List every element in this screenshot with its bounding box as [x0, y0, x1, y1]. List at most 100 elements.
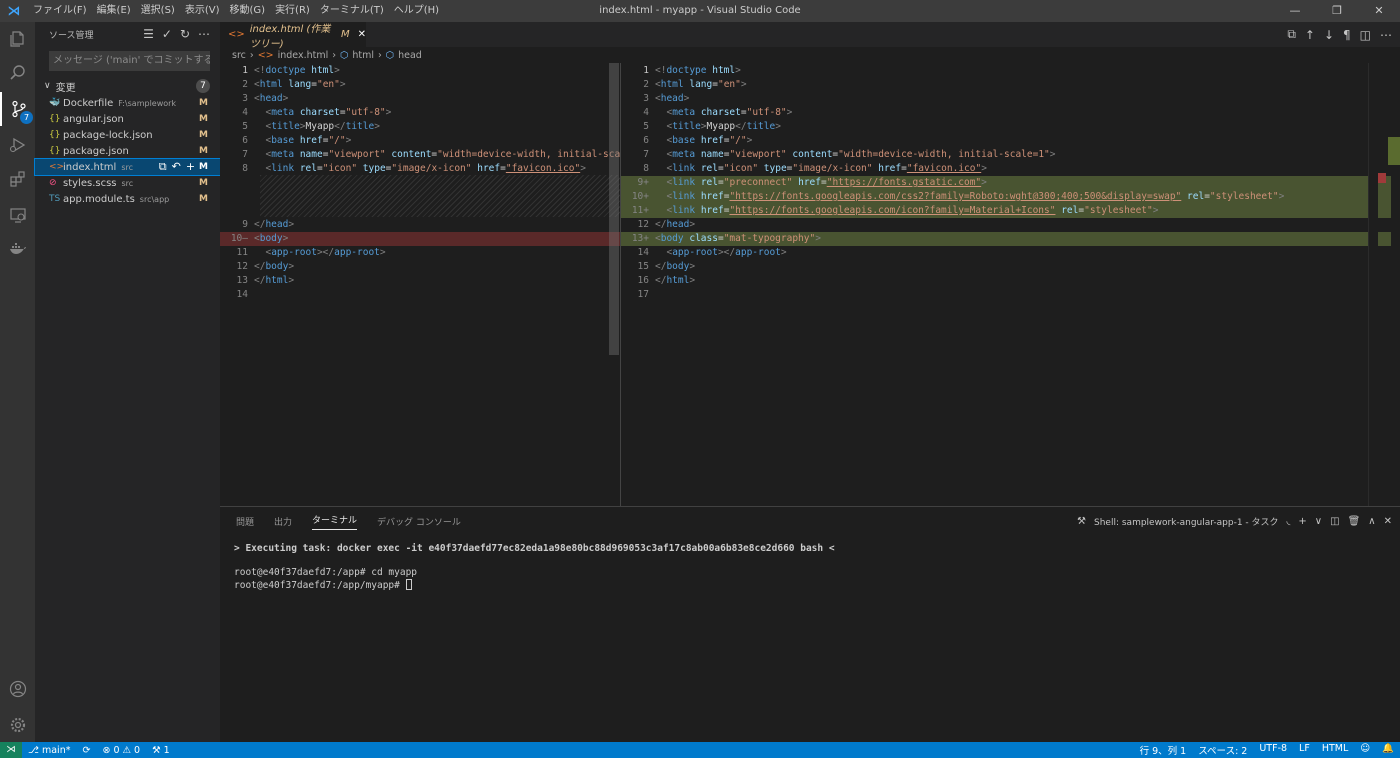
changes-group-header[interactable]: ∨ 変更 7 [35, 77, 220, 95]
next-change-icon[interactable]: ↓ [1324, 28, 1334, 42]
search-icon[interactable] [0, 56, 35, 90]
commit-check-icon[interactable]: ✓ [162, 27, 172, 41]
breadcrumb-html[interactable]: html [352, 50, 374, 61]
line-number: 6 [242, 135, 248, 146]
split-editor-icon[interactable]: ◫ [1360, 28, 1371, 42]
tab-problems[interactable]: 問題 [236, 515, 254, 528]
line-number: 11+ [631, 205, 649, 216]
remote-explorer-icon[interactable] [0, 198, 35, 232]
open-file-icon[interactable]: ⧉ [159, 160, 167, 174]
run-debug-icon[interactable] [0, 128, 35, 162]
editor-tab-bar: <> index.html (作業ツリー) M ✕ ⧉ ↑ ↓ ¶ ◫ ⋯ [220, 22, 1400, 50]
list-item[interactable]: {} package.json M [35, 143, 220, 159]
diff-modified-pane[interactable]: 1 <!doctype html> 2 <html lang="en"> 3 <head>… [621, 63, 1391, 506]
line-number: 1 [643, 65, 649, 76]
overview-ruler[interactable] [1368, 63, 1378, 506]
stage-changes-icon[interactable]: + [186, 160, 195, 174]
tab-terminal[interactable]: ターミナル [312, 513, 358, 530]
file-name: Dockerfile [63, 97, 114, 109]
code-line: 6 <base href="/"> [220, 134, 620, 148]
code-text: <app-root></app-root> [265, 247, 386, 258]
panel-actions: ⚒ Shell: samplework-angular-app-1 - タスク … [1077, 507, 1392, 535]
menu-edit[interactable]: 編集(E) [92, 0, 136, 22]
toggle-whitespace-icon[interactable]: ¶ [1343, 28, 1351, 42]
chevron-down-icon[interactable]: ∨ [1315, 516, 1322, 527]
sync-icon[interactable]: ⟳ [76, 745, 96, 756]
terminal-task-line: > Executing task: docker exec -it e40f37… [234, 543, 835, 554]
file-name: angular.json [63, 113, 124, 125]
list-item[interactable]: <> index.html src ⧉ ↶ + M [34, 158, 221, 176]
more-actions-icon[interactable]: ⋯ [1380, 28, 1392, 42]
commit-message-input[interactable]: メッセージ ('main' でコミットする... [49, 51, 210, 71]
cursor-position[interactable]: 行 9、列 1 [1134, 743, 1193, 757]
extensions-icon[interactable] [0, 162, 35, 196]
docker-icon[interactable] [0, 232, 35, 266]
close-panel-icon[interactable]: ✕ [1384, 516, 1392, 527]
refresh-icon[interactable]: ↻ [180, 27, 190, 41]
explorer-icon[interactable] [0, 22, 35, 56]
menu-selection[interactable]: 選択(S) [136, 0, 180, 22]
source-control-icon[interactable]: 7 [0, 92, 35, 126]
list-item[interactable]: {} package-lock.json M [35, 127, 220, 143]
indentation[interactable]: スペース: 2 [1192, 743, 1253, 757]
line-number: 11 [236, 247, 248, 258]
menu-help[interactable]: ヘルプ(H) [389, 0, 444, 22]
menu-file[interactable]: ファイル(F) [28, 0, 92, 22]
view-as-tree-icon[interactable]: ☰ [143, 27, 154, 41]
account-icon[interactable] [0, 672, 35, 706]
maximize-panel-icon[interactable]: ∧ [1368, 516, 1375, 527]
settings-gear-icon[interactable] [0, 708, 35, 742]
trash-icon[interactable]: 🗑 [1348, 516, 1361, 527]
minimize-button[interactable]: — [1274, 0, 1316, 22]
code-text: </body> [655, 261, 696, 272]
code-line: 2 <html lang="en"> [220, 78, 620, 92]
more-actions-icon[interactable]: ⋯ [198, 27, 210, 41]
sidebar-title: ソース管理 [49, 30, 94, 41]
encoding[interactable]: UTF-8 [1253, 743, 1293, 757]
tab-index-html[interactable]: <> index.html (作業ツリー) M ✕ [220, 22, 366, 50]
breadcrumb-src[interactable]: src [232, 50, 246, 61]
branch-indicator[interactable]: ⎇ main* [22, 745, 76, 756]
tab-debug-console[interactable]: デバッグ コンソール [377, 515, 461, 528]
split-terminal-icon[interactable]: ◫ [1330, 516, 1339, 527]
chevron-right-icon: › [332, 49, 337, 61]
previous-change-icon[interactable]: ↑ [1305, 28, 1315, 42]
feedback-icon[interactable]: ☺ [1354, 743, 1376, 757]
menu-view[interactable]: 表示(V) [180, 0, 225, 22]
close-tab-icon[interactable]: ✕ [358, 29, 366, 40]
open-file-icon[interactable]: ⧉ [1287, 27, 1296, 42]
problems-indicator[interactable]: ⊗ 0 ⚠ 0 [96, 745, 146, 756]
discard-changes-icon[interactable]: ↶ [172, 160, 181, 174]
breadcrumb-file[interactable]: index.html [278, 50, 329, 61]
list-item[interactable]: 🐳 Dockerfile F:\samplework M [35, 95, 220, 111]
terminal-output[interactable]: > Executing task: docker exec -it e40f37… [220, 535, 1400, 592]
new-terminal-icon[interactable]: + [1298, 516, 1306, 527]
left-scrollbar[interactable] [609, 63, 619, 355]
close-window-button[interactable]: ✕ [1358, 0, 1400, 22]
notifications-bell-icon[interactable]: 🔔 [1376, 743, 1400, 757]
code-line: 10+ <link href="https://fonts.googleapis… [621, 190, 1391, 204]
end-of-line[interactable]: LF [1293, 743, 1316, 757]
file-status: M [199, 130, 208, 140]
code-text: <body class="mat-typography"> [655, 233, 821, 244]
list-item[interactable]: {} angular.json M [35, 111, 220, 127]
list-item[interactable]: TS app.module.ts src\app M [35, 191, 220, 207]
code-line: 9+ <link rel="preconnect" href="https://… [621, 176, 1391, 190]
language-mode[interactable]: HTML [1316, 743, 1354, 757]
file-path: F:\samplework [118, 98, 177, 108]
remote-indicator-icon[interactable]: ⋊ [0, 742, 22, 758]
file-path: src\app [139, 194, 170, 204]
diff-original-pane[interactable]: 1 <!doctype html> 2 <html lang="en"> 3 <head>… [220, 63, 620, 506]
breadcrumb-head[interactable]: head [398, 50, 422, 61]
tab-output[interactable]: 出力 [274, 515, 292, 528]
file-type-icon: {} [49, 130, 61, 140]
ports-indicator[interactable]: ⚒ 1 [146, 745, 176, 756]
file-status: M [199, 114, 208, 124]
code-line: 7 <meta name="viewport" content="width=d… [220, 148, 620, 162]
list-item[interactable]: ⊘ styles.scss src M [35, 175, 220, 191]
terminal-shell-selector[interactable]: Shell: samplework-angular-app-1 - タスク [1094, 515, 1279, 528]
restore-button[interactable]: ❐ [1316, 0, 1358, 22]
code-line: 7 <meta name="viewport" content="width=d… [621, 148, 1391, 162]
code-line: 2 <html lang="en"> [621, 78, 1391, 92]
code-text: <head> [655, 93, 690, 104]
